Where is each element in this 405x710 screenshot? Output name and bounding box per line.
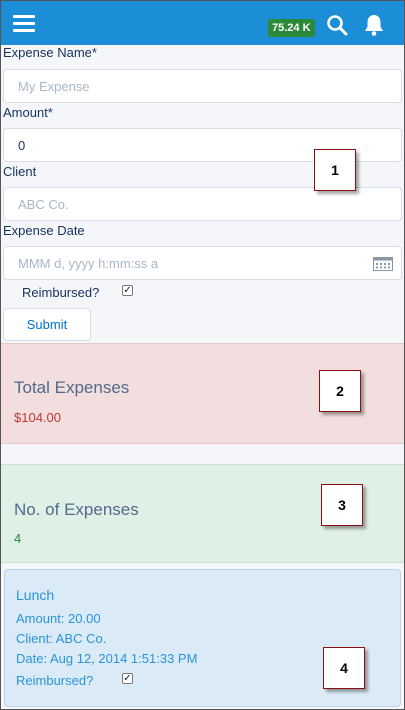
total-expenses-value: $104.00 — [14, 410, 61, 425]
expense-count-title: No. of Expenses — [14, 500, 139, 519]
client-input[interactable] — [3, 187, 402, 221]
expense-item-reimbursed-checkbox[interactable]: ✓ — [122, 673, 133, 684]
app-frame: 75.24 K Expense Name* Amount* Client Exp… — [0, 0, 405, 710]
amount-label: Amount* — [3, 105, 53, 120]
expense-name-input[interactable] — [3, 69, 402, 103]
expense-item-amount: Amount: 20.00 — [16, 611, 101, 626]
expense-count-value: 4 — [14, 531, 22, 546]
reimbursed-label: Reimbursed? — [22, 285, 100, 300]
expense-date-label: Expense Date — [3, 223, 85, 238]
callout-4: 4 — [323, 647, 365, 689]
bell-icon[interactable] — [363, 13, 385, 37]
callout-3: 3 — [321, 484, 363, 526]
total-expenses-title: Total Expenses — [14, 378, 130, 397]
expense-item-title[interactable]: Lunch — [16, 587, 54, 603]
expense-item-reimbursed-label: Reimbursed? — [16, 673, 94, 688]
expense-date-input[interactable] — [3, 246, 402, 280]
reimbursed-checkbox[interactable]: ✓ — [122, 285, 133, 296]
submit-button[interactable]: Submit — [3, 308, 91, 341]
expense-item-date: Date: Aug 12, 2014 1:51:33 PM — [16, 651, 198, 666]
app-header: 75.24 K — [1, 1, 404, 45]
hamburger-menu-icon[interactable] — [13, 15, 35, 32]
expense-item-client: Client: ABC Co. — [16, 631, 107, 646]
checkmark-icon: ✓ — [123, 285, 132, 296]
client-label: Client — [3, 164, 37, 179]
calendar-icon[interactable] — [373, 257, 393, 271]
search-icon[interactable] — [326, 14, 348, 36]
expense-name-label: Expense Name* — [3, 45, 97, 60]
callout-1: 1 — [314, 149, 356, 191]
callout-2: 2 — [319, 370, 361, 412]
balance-badge: 75.24 K — [268, 19, 315, 37]
checkmark-icon: ✓ — [123, 673, 132, 684]
